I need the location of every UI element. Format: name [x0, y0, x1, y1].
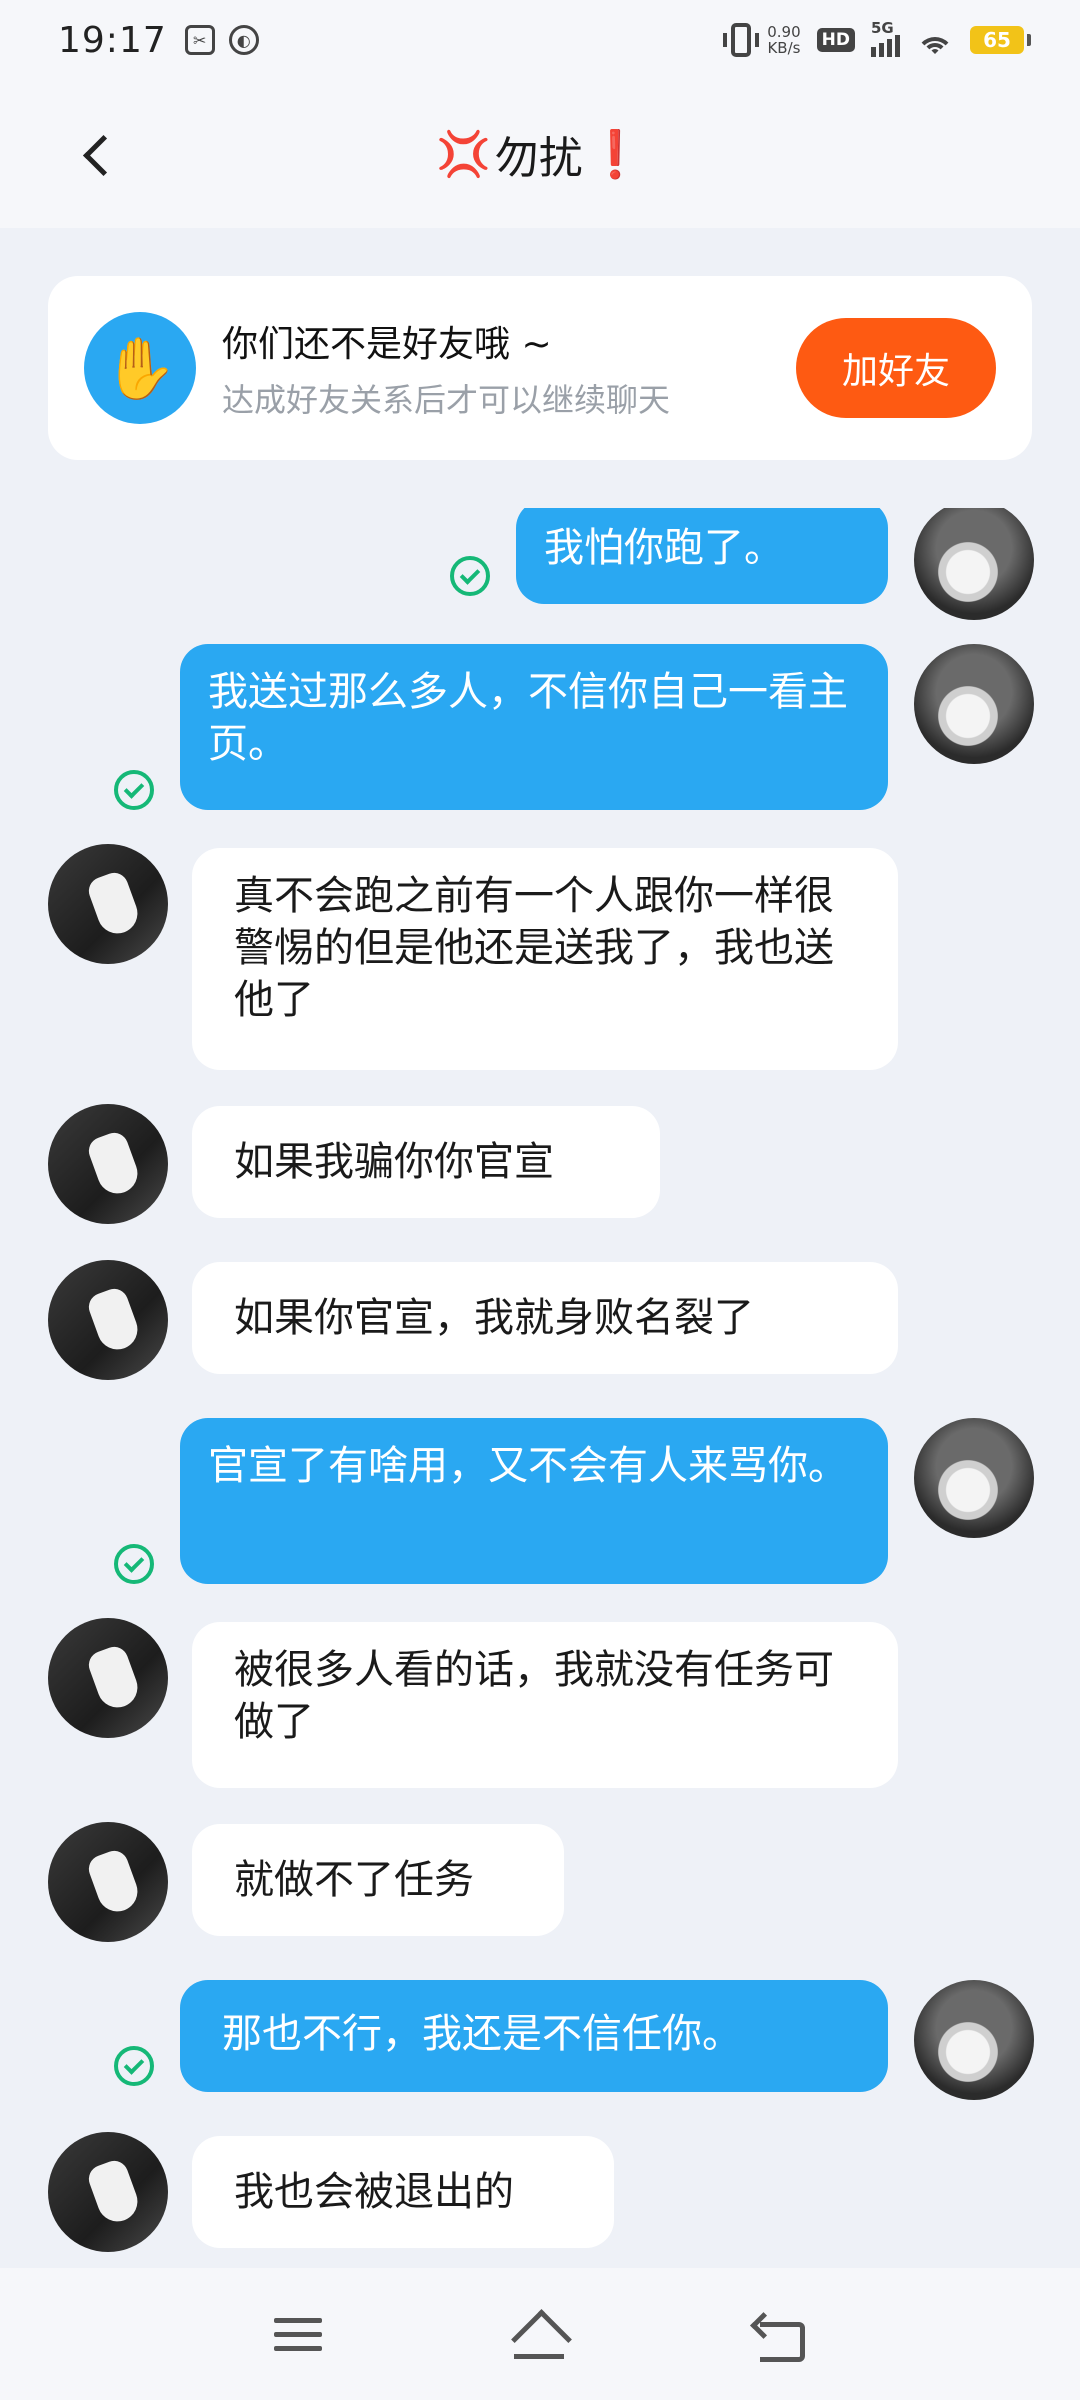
received-message-bubble[interactable]: 如果你官宣，我就身败名裂了: [192, 1262, 898, 1374]
status-left-icons: ✂ ◐: [184, 25, 259, 55]
contact-avatar[interactable]: [48, 1104, 168, 1224]
received-message-bubble[interactable]: 被很多人看的话，我就没有任务可做了: [192, 1622, 898, 1788]
system-navigation-bar: [0, 2268, 1080, 2400]
add-friend-card: ✋ 你们还不是好友哦 ~ 达成好友关系后才可以继续聊天 加好友: [48, 276, 1032, 460]
sent-message-bubble[interactable]: 官宣了有啥用，又不会有人来骂你。: [180, 1418, 888, 1584]
exclamation-icon: ❗: [586, 126, 645, 181]
status-right-icons: 0.90 KB/s HD 5G 65: [723, 19, 1031, 57]
self-avatar[interactable]: [914, 1418, 1034, 1538]
received-message-bubble[interactable]: 我也会被退出的: [192, 2136, 614, 2248]
received-message-bubble[interactable]: 真不会跑之前有一个人跟你一样很警惕的但是他还是送我了，我也送他了: [192, 848, 898, 1070]
gallery-notification-icon: ✂: [184, 25, 215, 55]
sent-message-bubble[interactable]: 那也不行，我还是不信任你。: [180, 1980, 888, 2092]
signal-icon: 5G: [871, 19, 900, 57]
read-check-icon: [114, 1544, 154, 1584]
vibrate-icon: [723, 23, 760, 57]
received-message-bubble[interactable]: 就做不了任务: [192, 1824, 564, 1936]
contact-avatar[interactable]: [48, 1260, 168, 1380]
contact-avatar[interactable]: [48, 1822, 168, 1942]
contact-avatar[interactable]: [48, 2132, 168, 2252]
app-notification-icon: ◐: [228, 25, 259, 55]
network-speed-value: 0.90: [767, 23, 801, 41]
hd-badge: HD: [816, 28, 855, 52]
back-nav-icon[interactable]: [752, 2312, 816, 2362]
add-friend-text: 你们还不是好友哦 ~ 达成好友关系后才可以继续聊天: [222, 315, 670, 421]
network-type: 5G: [871, 19, 894, 37]
contact-avatar[interactable]: [48, 844, 168, 964]
read-check-icon: [114, 770, 154, 810]
self-avatar[interactable]: [914, 508, 1034, 620]
wifi-icon: [916, 25, 954, 55]
battery-icon: 65: [970, 26, 1031, 54]
network-speed: 0.90 KB/s: [767, 24, 800, 56]
sent-message-bubble[interactable]: 我送过那么多人，不信你自己一看主页。: [180, 644, 888, 810]
add-friend-title: 你们还不是好友哦 ~: [222, 324, 552, 365]
back-button[interactable]: [72, 128, 122, 182]
anger-icon: 💢: [435, 129, 491, 180]
home-icon[interactable]: [508, 2312, 572, 2360]
sent-message-bubble[interactable]: 我怕你跑了。: [516, 508, 888, 604]
read-check-icon: [450, 556, 490, 596]
self-avatar[interactable]: [914, 644, 1034, 764]
chat-title-text: 勿扰: [494, 133, 583, 184]
chat-header: 💢 勿扰 ❗: [0, 80, 1080, 228]
add-friend-button[interactable]: 加好友: [796, 318, 996, 418]
read-check-icon: [114, 2046, 154, 2086]
hand-wave-icon: ✋: [84, 312, 196, 424]
add-friend-subtitle: 达成好友关系后才可以继续聊天: [222, 381, 671, 419]
self-avatar[interactable]: [914, 1980, 1034, 2100]
network-speed-unit: KB/s: [767, 39, 801, 57]
received-message-bubble[interactable]: 如果我骗你你官宣: [192, 1106, 660, 1218]
status-bar: 19:17 ✂ ◐ 0.90 KB/s HD 5G 65: [0, 0, 1080, 80]
menu-icon[interactable]: [268, 2312, 332, 2360]
chat-message-list[interactable]: 我怕你跑了。 我送过那么多人，不信你自己一看主页。 真不会跑之前有一个人跟你一样…: [0, 508, 1080, 2268]
contact-avatar[interactable]: [48, 1618, 168, 1738]
chat-title: 💢 勿扰 ❗: [436, 122, 644, 186]
status-time: 19:17: [58, 19, 167, 61]
